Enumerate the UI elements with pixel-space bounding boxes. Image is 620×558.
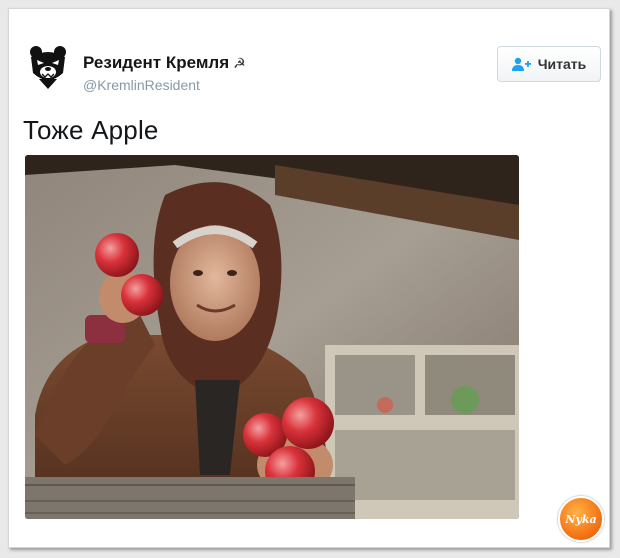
follow-label: Читать	[537, 56, 587, 72]
watermark-text: Nyka	[565, 512, 597, 526]
photo-image	[25, 155, 519, 519]
add-user-icon	[511, 57, 531, 71]
hammer-sickle-icon: ☭	[233, 55, 246, 71]
author-avatar[interactable]	[25, 43, 71, 89]
author-name[interactable]: Резидент Кремля ☭	[83, 53, 246, 73]
tweet-photo[interactable]	[25, 155, 519, 519]
author-name-text[interactable]: Резидент Кремля	[83, 53, 229, 72]
tweet-card: Резидент Кремля ☭ @KremlinResident Читать…	[8, 8, 610, 548]
tweet-text: Тоже Apple	[23, 115, 159, 145]
nyka-watermark-logo: Nyka	[558, 496, 604, 542]
follow-button[interactable]: Читать	[497, 46, 601, 82]
author-handle[interactable]: @KremlinResident	[83, 77, 200, 93]
bear-logo-icon	[26, 44, 70, 89]
